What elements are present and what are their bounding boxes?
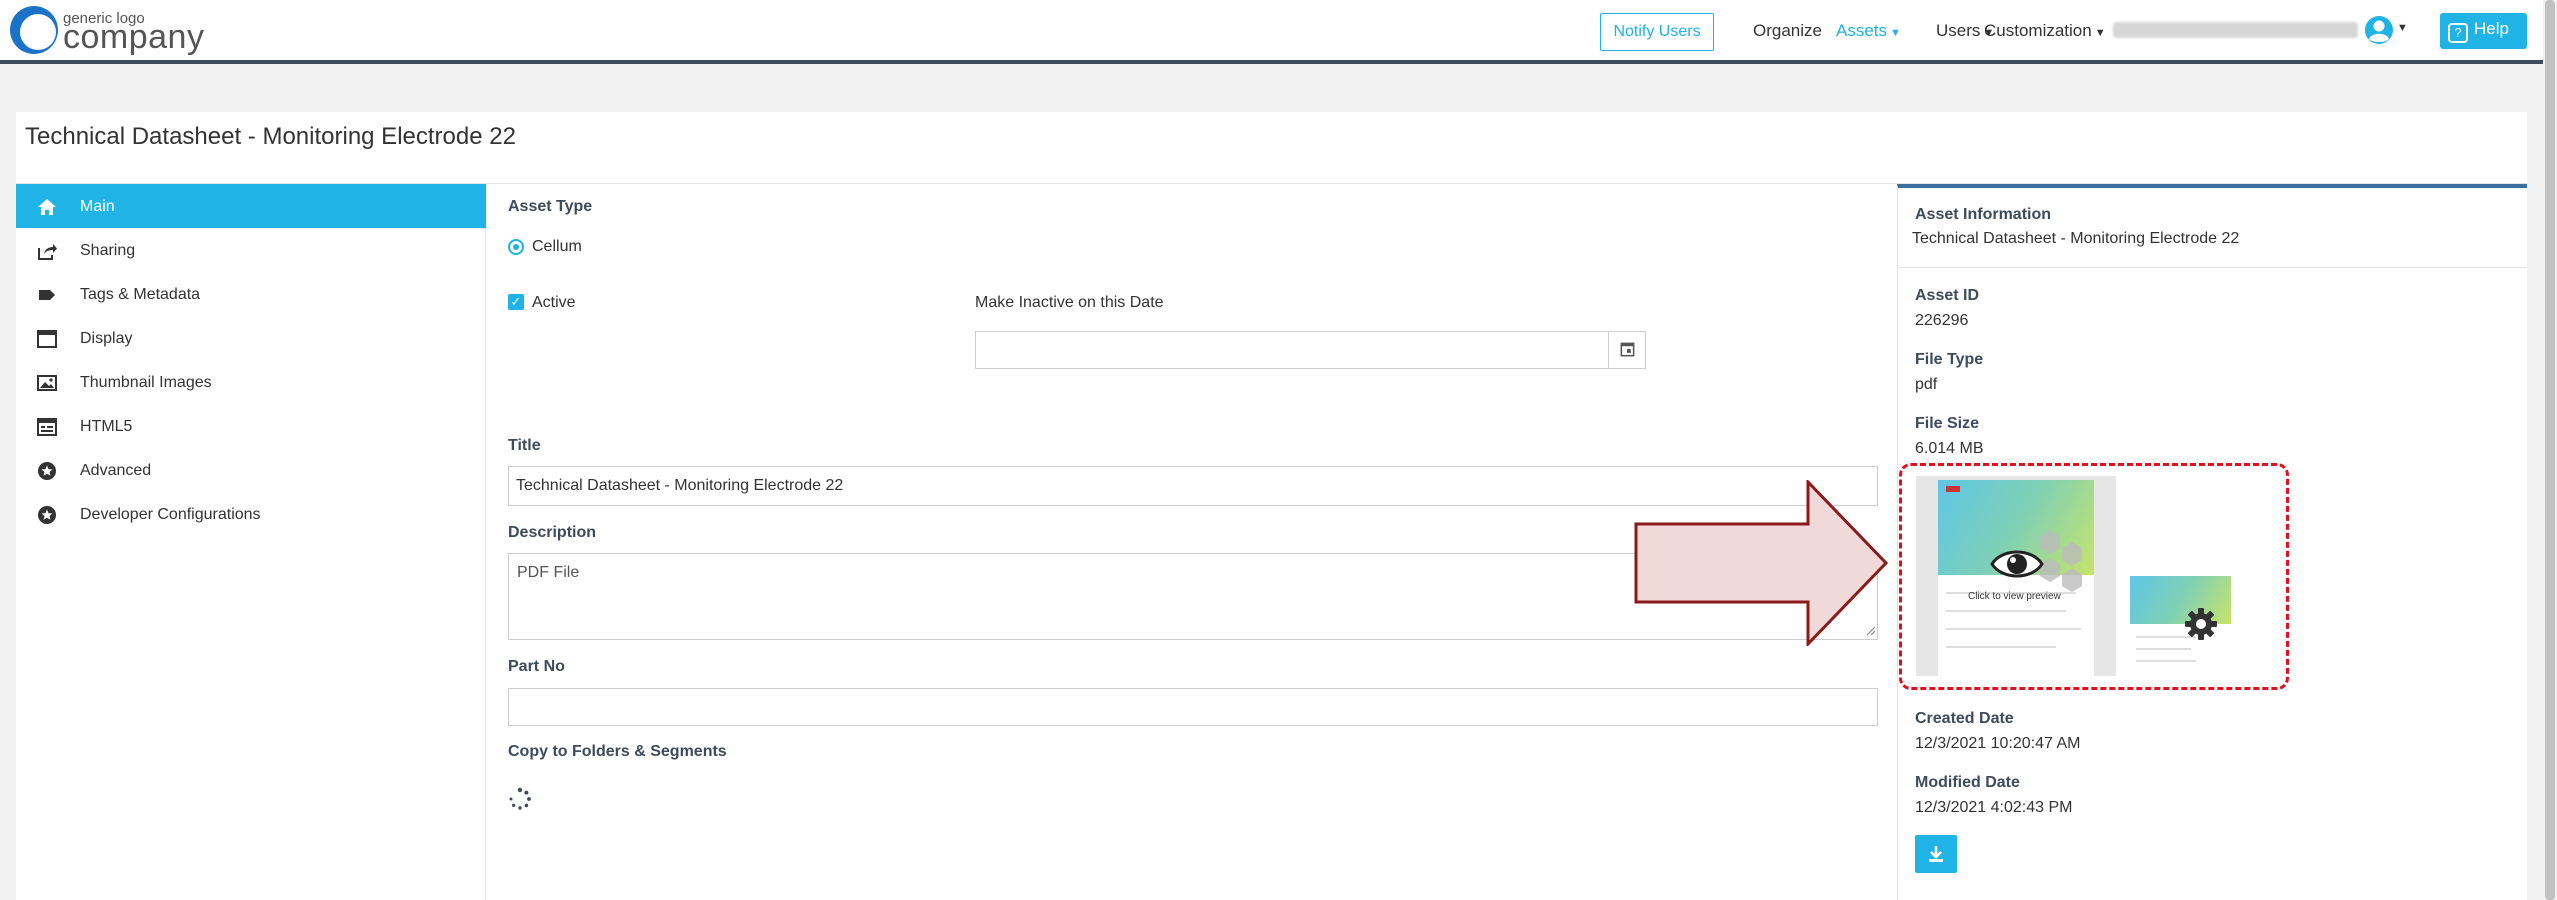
sidebar-item-label: Display: [80, 330, 133, 347]
inactive-date-input[interactable]: [975, 331, 1611, 369]
divider: [1897, 267, 2527, 268]
star-circle-icon: [38, 506, 56, 524]
inactive-date-label: Make Inactive on this Date: [975, 294, 1164, 311]
sidebar-item-developer-configurations[interactable]: Developer Configurations: [16, 492, 486, 536]
question-icon: ?: [2448, 23, 2468, 43]
chevron-down-icon[interactable]: ▼: [2397, 22, 2408, 34]
description-label: Description: [508, 524, 597, 541]
company-logo[interactable]: generic logo company: [10, 6, 210, 56]
logo-mark-icon: [10, 6, 58, 54]
nav-organize-label: Organize: [1753, 21, 1822, 40]
notify-users-button[interactable]: Notify Users: [1600, 13, 1714, 51]
nav-assets-label: Assets: [1836, 21, 1888, 40]
sidebar-item-sharing[interactable]: Sharing: [16, 228, 486, 272]
pdf-logo-mark: [1946, 486, 1960, 492]
user-email-redacted[interactable]: [2113, 22, 2358, 38]
pdf-text-line: [1946, 610, 2066, 612]
page-title: Technical Datasheet - Monitoring Electro…: [25, 123, 516, 150]
help-button[interactable]: ? Help: [2440, 13, 2527, 49]
sidebar-item-advanced[interactable]: Advanced: [16, 448, 486, 492]
part-no-label: Part No: [508, 658, 565, 675]
eye-icon[interactable]: [1990, 544, 2044, 584]
created-date-label: Created Date: [1915, 710, 2014, 727]
chevron-down-icon: ▼: [2094, 27, 2106, 39]
active-checkbox-label[interactable]: Active: [532, 294, 576, 312]
nav-users-label: Users: [1936, 21, 1981, 40]
created-date-value: 12/3/2021 10:20:47 AM: [1915, 735, 2081, 752]
pdf-text-line: [1946, 646, 2056, 648]
share-icon: [38, 244, 57, 260]
sidebar-item-label: Main: [80, 198, 115, 215]
annotation-arrow-icon: [1634, 480, 1889, 646]
sidebar-item-label: Advanced: [80, 462, 152, 479]
nav-organize[interactable]: Organize: [1753, 21, 1822, 41]
top-navigation-bar: generic logo company Notify Users Organi…: [0, 0, 2543, 64]
asset-type-radio[interactable]: [508, 239, 524, 255]
sidebar-item-label: HTML5: [80, 418, 133, 435]
nav-customization-label: Customization: [1984, 21, 2092, 40]
copy-folders-label: Copy to Folders & Segments: [508, 743, 727, 760]
logo-wordmark: company: [63, 18, 205, 56]
download-button[interactable]: [1915, 835, 1957, 873]
calendar-icon: [1620, 342, 1635, 357]
modified-date-label: Modified Date: [1915, 774, 2020, 791]
part-no-input[interactable]: [508, 688, 1878, 726]
sidebar-item-label: Thumbnail Images: [80, 374, 212, 391]
file-size-value: 6.014 MB: [1915, 440, 1984, 457]
user-avatar-icon[interactable]: [2364, 15, 2394, 45]
asset-type-label: Asset Type: [508, 198, 593, 215]
star-circle-icon: [38, 462, 56, 480]
loading-spinner-icon: [509, 787, 531, 810]
chevron-down-icon: ▼: [1890, 27, 1901, 39]
asset-id-label: Asset ID: [1915, 287, 1980, 304]
asset-id-value: 226296: [1915, 312, 1969, 329]
sidebar-item-html5[interactable]: HTML5: [16, 404, 486, 448]
tag-icon: [39, 290, 55, 300]
image-icon: [37, 375, 57, 391]
asset-type-option-label[interactable]: Cellum: [532, 238, 582, 256]
asset-info-name: Technical Datasheet - Monitoring Electro…: [1912, 230, 2240, 247]
sidebar-item-thumbnail-images[interactable]: Thumbnail Images: [16, 360, 486, 404]
scrollbar-thumb[interactable]: [2545, 0, 2555, 900]
nav-customization-dropdown[interactable]: Customization ▼: [1984, 21, 2106, 41]
sidebar-item-main[interactable]: Main: [16, 184, 486, 228]
pdf-text-line: [2136, 648, 2191, 650]
description-value: PDF File: [517, 564, 580, 581]
help-label: Help: [2474, 19, 2509, 38]
settings-sidebar: Main Sharing Tags & Metadata Display Thu…: [16, 184, 486, 900]
active-checkbox[interactable]: ✓: [508, 294, 524, 310]
download-icon: [1929, 846, 1943, 862]
date-picker-button[interactable]: [1608, 331, 1646, 369]
pdf-text-line: [1946, 628, 2081, 630]
sidebar-item-display[interactable]: Display: [16, 316, 486, 360]
gear-icon[interactable]: [2183, 606, 2219, 642]
modified-date-value: 12/3/2021 4:02:43 PM: [1915, 799, 2073, 816]
sidebar-item-label: Sharing: [80, 242, 136, 259]
asset-info-heading: Asset Information: [1915, 206, 2052, 223]
sidebar-item-tags-metadata[interactable]: Tags & Metadata: [16, 272, 486, 316]
home-icon: [38, 199, 56, 215]
file-size-label: File Size: [1915, 415, 1980, 432]
nav-assets-dropdown[interactable]: Assets ▼: [1836, 21, 1901, 41]
sidebar-item-label: Tags & Metadata: [80, 286, 201, 303]
window-icon: [37, 330, 57, 348]
pdf-text-line: [2136, 660, 2196, 662]
file-type-label: File Type: [1915, 351, 1984, 368]
title-label: Title: [508, 437, 541, 454]
preview-caption[interactable]: Click to view preview: [1968, 591, 2061, 602]
file-type-value: pdf: [1915, 376, 1938, 393]
sidebar-item-label: Developer Configurations: [80, 506, 261, 523]
html5-icon: [37, 418, 57, 436]
